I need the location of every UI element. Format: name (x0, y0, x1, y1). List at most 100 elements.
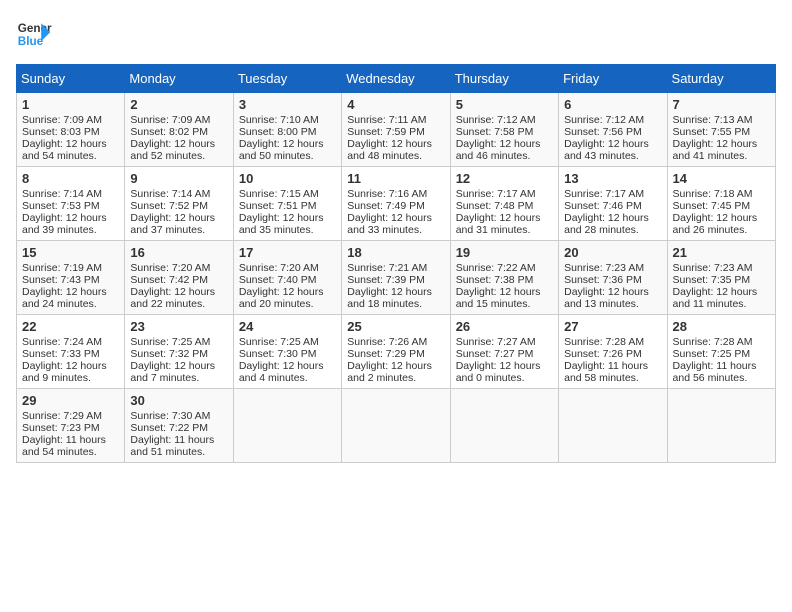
calendar-cell: 12Sunrise: 7:17 AMSunset: 7:48 PMDayligh… (450, 167, 558, 241)
calendar-cell: 21Sunrise: 7:23 AMSunset: 7:35 PMDayligh… (667, 241, 775, 315)
sunset: Sunset: 7:38 PM (456, 274, 534, 286)
svg-text:Blue: Blue (18, 35, 44, 48)
day-number: 29 (22, 393, 119, 408)
calendar-cell: 25Sunrise: 7:26 AMSunset: 7:29 PMDayligh… (342, 315, 450, 389)
calendar-cell: 23Sunrise: 7:25 AMSunset: 7:32 PMDayligh… (125, 315, 233, 389)
sunset: Sunset: 7:22 PM (130, 422, 208, 434)
calendar-cell (342, 389, 450, 463)
calendar-cell: 24Sunrise: 7:25 AMSunset: 7:30 PMDayligh… (233, 315, 341, 389)
calendar-cell (233, 389, 341, 463)
daylight: Daylight: 12 hours and 46 minutes. (456, 138, 541, 162)
sunset: Sunset: 7:43 PM (22, 274, 100, 286)
calendar-cell: 26Sunrise: 7:27 AMSunset: 7:27 PMDayligh… (450, 315, 558, 389)
calendar-cell: 3Sunrise: 7:10 AMSunset: 8:00 PMDaylight… (233, 93, 341, 167)
sunrise: Sunrise: 7:27 AM (456, 336, 536, 348)
sunset: Sunset: 7:42 PM (130, 274, 208, 286)
sunrise: Sunrise: 7:20 AM (239, 262, 319, 274)
sunset: Sunset: 7:51 PM (239, 200, 317, 212)
sunset: Sunset: 7:36 PM (564, 274, 642, 286)
day-number: 22 (22, 319, 119, 334)
column-header-sunday: Sunday (17, 65, 125, 93)
day-number: 16 (130, 245, 227, 260)
week-row-5: 29Sunrise: 7:29 AMSunset: 7:23 PMDayligh… (17, 389, 776, 463)
sunrise: Sunrise: 7:23 AM (564, 262, 644, 274)
sunset: Sunset: 7:30 PM (239, 348, 317, 360)
calendar-cell: 20Sunrise: 7:23 AMSunset: 7:36 PMDayligh… (559, 241, 667, 315)
sunset: Sunset: 7:48 PM (456, 200, 534, 212)
day-number: 6 (564, 97, 661, 112)
daylight: Daylight: 12 hours and 54 minutes. (22, 138, 107, 162)
sunrise: Sunrise: 7:12 AM (564, 114, 644, 126)
daylight: Daylight: 12 hours and 20 minutes. (239, 286, 324, 310)
sunrise: Sunrise: 7:14 AM (130, 188, 210, 200)
day-number: 9 (130, 171, 227, 186)
sunrise: Sunrise: 7:20 AM (130, 262, 210, 274)
logo: General Blue (16, 16, 52, 52)
daylight: Daylight: 12 hours and 11 minutes. (673, 286, 758, 310)
day-number: 28 (673, 319, 770, 334)
calendar-cell: 30Sunrise: 7:30 AMSunset: 7:22 PMDayligh… (125, 389, 233, 463)
day-number: 19 (456, 245, 553, 260)
calendar-cell: 7Sunrise: 7:13 AMSunset: 7:55 PMDaylight… (667, 93, 775, 167)
header: General Blue (16, 16, 776, 52)
day-number: 27 (564, 319, 661, 334)
calendar-cell: 22Sunrise: 7:24 AMSunset: 7:33 PMDayligh… (17, 315, 125, 389)
daylight: Daylight: 12 hours and 41 minutes. (673, 138, 758, 162)
daylight: Daylight: 12 hours and 4 minutes. (239, 360, 324, 384)
sunset: Sunset: 7:55 PM (673, 126, 751, 138)
daylight: Daylight: 12 hours and 26 minutes. (673, 212, 758, 236)
calendar-cell: 5Sunrise: 7:12 AMSunset: 7:58 PMDaylight… (450, 93, 558, 167)
calendar-cell: 17 Sunrise: 7:20 AMSunset: 7:40 PMDayligh… (233, 241, 341, 315)
calendar-cell: 1Sunrise: 7:09 AMSunset: 8:03 PMDaylight… (17, 93, 125, 167)
daylight: Daylight: 12 hours and 43 minutes. (564, 138, 649, 162)
sunrise: Sunrise: 7:18 AM (673, 188, 753, 200)
daylight: Daylight: 12 hours and 24 minutes. (22, 286, 107, 310)
sunset: Sunset: 7:56 PM (564, 126, 642, 138)
week-row-2: 8Sunrise: 7:14 AMSunset: 7:53 PMDaylight… (17, 167, 776, 241)
sunrise: Sunrise: 7:28 AM (564, 336, 644, 348)
daylight: Daylight: 12 hours and 39 minutes. (22, 212, 107, 236)
calendar-cell (450, 389, 558, 463)
day-number: 25 (347, 319, 444, 334)
column-header-monday: Monday (125, 65, 233, 93)
daylight: Daylight: 12 hours and 9 minutes. (22, 360, 107, 384)
sunrise: Sunrise: 7:30 AM (130, 410, 210, 422)
sunrise: Sunrise: 7:22 AM (456, 262, 536, 274)
daylight: Daylight: 12 hours and 15 minutes. (456, 286, 541, 310)
day-number: 18 (347, 245, 444, 260)
day-number: 17 (239, 245, 336, 260)
sunset: Sunset: 7:53 PM (22, 200, 100, 212)
day-number: 13 (564, 171, 661, 186)
sunset: Sunset: 7:25 PM (673, 348, 751, 360)
day-number: 30 (130, 393, 227, 408)
sunset: Sunset: 7:26 PM (564, 348, 642, 360)
sunset: Sunset: 8:00 PM (239, 126, 317, 138)
day-number: 26 (456, 319, 553, 334)
daylight: Daylight: 11 hours and 58 minutes. (564, 360, 648, 384)
sunset: Sunset: 7:40 PM (239, 274, 317, 286)
daylight: Daylight: 12 hours and 33 minutes. (347, 212, 432, 236)
sunrise: Sunrise: 7:28 AM (673, 336, 753, 348)
daylight: Daylight: 12 hours and 48 minutes. (347, 138, 432, 162)
daylight: Daylight: 12 hours and 2 minutes. (347, 360, 432, 384)
daylight: Daylight: 12 hours and 0 minutes. (456, 360, 541, 384)
sunrise: Sunrise: 7:19 AM (22, 262, 102, 274)
sunset: Sunset: 7:58 PM (456, 126, 534, 138)
day-number: 1 (22, 97, 119, 112)
calendar-cell: 29Sunrise: 7:29 AMSunset: 7:23 PMDayligh… (17, 389, 125, 463)
sunrise: Sunrise: 7:21 AM (347, 262, 427, 274)
sunset: Sunset: 7:49 PM (347, 200, 425, 212)
sunset: Sunset: 7:33 PM (22, 348, 100, 360)
sunrise: Sunrise: 7:15 AM (239, 188, 319, 200)
sunrise: Sunrise: 7:10 AM (239, 114, 319, 126)
daylight: Daylight: 12 hours and 18 minutes. (347, 286, 432, 310)
calendar-cell: 6 Sunrise: 7:12 AMSunset: 7:56 PMDaylight… (559, 93, 667, 167)
calendar-table: SundayMondayTuesdayWednesdayThursdayFrid… (16, 64, 776, 463)
sunrise: Sunrise: 7:25 AM (130, 336, 210, 348)
day-number: 7 (673, 97, 770, 112)
column-header-friday: Friday (559, 65, 667, 93)
sunset: Sunset: 8:02 PM (130, 126, 208, 138)
day-number: 8 (22, 171, 119, 186)
column-header-wednesday: Wednesday (342, 65, 450, 93)
day-number: 20 (564, 245, 661, 260)
